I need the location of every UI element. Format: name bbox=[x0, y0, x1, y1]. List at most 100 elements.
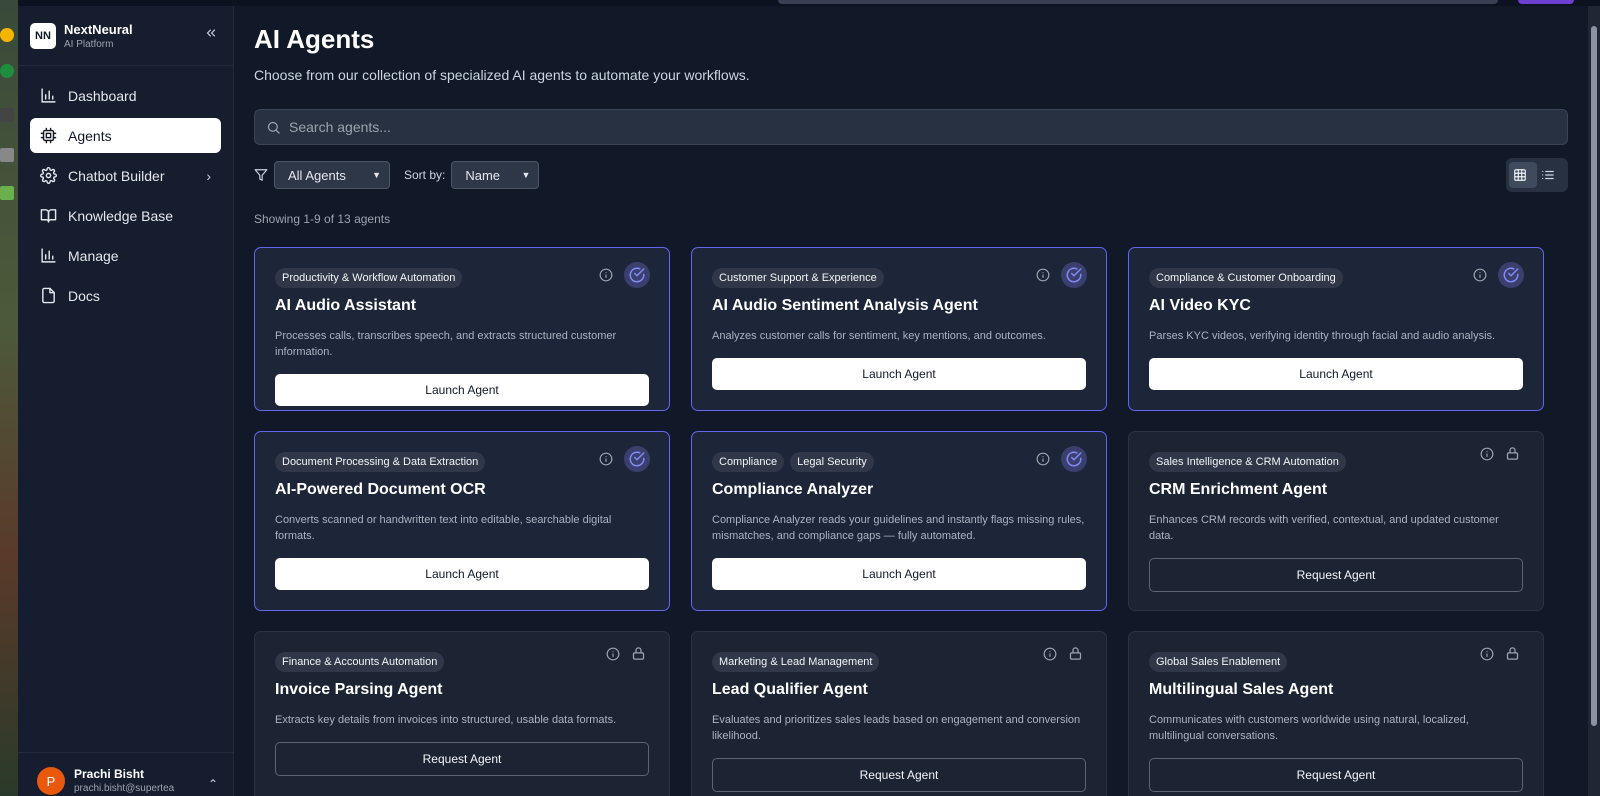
agents-grid: Productivity & Workflow Automation AI Au… bbox=[254, 247, 1568, 796]
brand-name: NextNeural bbox=[64, 21, 133, 37]
lock-icon bbox=[1506, 647, 1519, 660]
card-icons bbox=[599, 262, 650, 288]
launch-agent-button[interactable]: Launch Agent bbox=[1149, 358, 1523, 390]
sidebar-item-agents[interactable]: Agents bbox=[30, 118, 221, 153]
card-icons bbox=[1036, 262, 1087, 288]
info-icon[interactable] bbox=[606, 647, 620, 661]
sidebar-item-chatbot-builder[interactable]: Chatbot Builder › bbox=[30, 158, 221, 193]
request-agent-button[interactable]: Request Agent bbox=[712, 758, 1086, 792]
list-view-button[interactable] bbox=[1537, 162, 1565, 188]
agent-title: AI-Powered Document OCR bbox=[275, 481, 486, 498]
agent-card[interactable]: Finance & Accounts Automation Invoice Pa… bbox=[254, 631, 670, 796]
app-icon[interactable] bbox=[0, 186, 14, 200]
os-taskbar bbox=[0, 0, 18, 796]
category-tag: Compliance & Customer Onboarding bbox=[1149, 268, 1343, 288]
sidebar-item-label: Agents bbox=[68, 127, 112, 144]
launch-agent-button[interactable]: Launch Agent bbox=[712, 558, 1086, 590]
agent-card[interactable]: Productivity & Workflow Automation AI Au… bbox=[254, 247, 670, 411]
sidebar-item-manage[interactable]: Manage bbox=[30, 238, 221, 273]
bar-chart-icon bbox=[41, 248, 56, 263]
agent-description: Compliance Analyzer reads your guideline… bbox=[712, 514, 1085, 542]
page-scrollbar[interactable] bbox=[1588, 6, 1600, 796]
category-tag: Sales Intelligence & CRM Automation bbox=[1149, 452, 1346, 472]
search-bar[interactable] bbox=[254, 109, 1568, 145]
info-icon[interactable] bbox=[599, 452, 613, 466]
calendar-icon[interactable] bbox=[0, 64, 14, 78]
sidebar-item-label: Manage bbox=[68, 247, 119, 264]
launch-agent-button[interactable]: Launch Agent bbox=[712, 358, 1086, 390]
category-tag: Global Sales Enablement bbox=[1149, 652, 1288, 672]
lock-icon bbox=[1069, 647, 1082, 660]
info-icon[interactable] bbox=[1036, 452, 1050, 466]
card-icons bbox=[1473, 262, 1524, 288]
brand-logo[interactable]: NN bbox=[30, 22, 56, 49]
agent-card[interactable]: Marketing & Lead Management Lead Qualifi… bbox=[691, 631, 1107, 796]
chrome-icon[interactable] bbox=[0, 28, 14, 42]
address-bar[interactable] bbox=[778, 0, 1498, 4]
user-name: Prachi Bisht bbox=[74, 767, 145, 781]
app-icon[interactable] bbox=[0, 148, 14, 162]
agent-card[interactable]: Global Sales Enablement Multilingual Sal… bbox=[1128, 631, 1544, 796]
agent-title: Invoice Parsing Agent bbox=[275, 681, 443, 698]
user-info: Prachi Bisht prachi.bisht@supertea bbox=[74, 765, 174, 794]
category-select[interactable]: All Agents ▼ bbox=[274, 161, 390, 189]
chevron-right-icon: › bbox=[206, 167, 211, 184]
user-menu[interactable]: P Prachi Bisht prachi.bisht@supertea ⌃ bbox=[18, 752, 234, 796]
launch-agent-button[interactable]: Launch Agent bbox=[275, 374, 649, 406]
sidebar-item-dashboard[interactable]: Dashboard bbox=[30, 78, 221, 113]
agent-title: AI Audio Assistant bbox=[275, 297, 417, 314]
agent-card[interactable]: Compliance Legal Security Compliance Ana… bbox=[691, 431, 1107, 611]
agent-card[interactable]: Compliance & Customer Onboarding AI Vide… bbox=[1128, 247, 1544, 411]
sort-label: Sort by: bbox=[404, 168, 446, 182]
filter-icon bbox=[254, 169, 268, 181]
agent-tags: Productivity & Workflow Automation bbox=[275, 268, 649, 288]
check-circle-icon bbox=[1503, 267, 1519, 283]
request-agent-button[interactable]: Request Agent bbox=[1149, 758, 1523, 792]
info-icon[interactable] bbox=[599, 268, 613, 282]
app-icon[interactable] bbox=[0, 108, 14, 122]
sidebar-item-knowledge-base[interactable]: Knowledge Base bbox=[30, 198, 221, 233]
bar-chart-icon bbox=[41, 88, 56, 103]
enabled-badge bbox=[1498, 262, 1524, 288]
main-content: AI Agents Choose from our collection of … bbox=[254, 6, 1568, 796]
chevron-down-icon: ▼ bbox=[372, 170, 381, 180]
category-tag: Compliance bbox=[712, 452, 785, 472]
info-icon[interactable] bbox=[1480, 447, 1494, 461]
browser-button[interactable] bbox=[1518, 0, 1574, 4]
card-icons bbox=[606, 646, 650, 661]
enabled-badge bbox=[1061, 262, 1087, 288]
chevron-down-icon: ▼ bbox=[521, 170, 531, 180]
search-input[interactable] bbox=[289, 119, 1489, 135]
scrollbar-thumb[interactable] bbox=[1591, 26, 1597, 726]
launch-agent-button[interactable]: Launch Agent bbox=[275, 558, 649, 590]
collapse-sidebar-button[interactable] bbox=[201, 26, 221, 45]
agent-card[interactable]: Customer Support & Experience AI Audio S… bbox=[691, 247, 1107, 411]
category-tag: Finance & Accounts Automation bbox=[275, 652, 445, 672]
sidebar-item-docs[interactable]: Docs bbox=[30, 278, 221, 313]
info-icon[interactable] bbox=[1473, 268, 1487, 282]
category-tag: Marketing & Lead Management bbox=[712, 652, 880, 672]
brand-header: NN NextNeural AI Platform bbox=[18, 6, 233, 66]
request-agent-button[interactable]: Request Agent bbox=[275, 742, 649, 776]
info-icon[interactable] bbox=[1480, 647, 1494, 661]
agent-tags: Customer Support & Experience bbox=[712, 268, 1086, 288]
request-agent-button[interactable]: Request Agent bbox=[1149, 558, 1523, 592]
agent-card[interactable]: Document Processing & Data Extraction AI… bbox=[254, 431, 670, 611]
brand-subtitle: AI Platform bbox=[64, 38, 114, 50]
results-count: Showing 1-9 of 13 agents bbox=[254, 212, 391, 226]
agent-description: Evaluates and prioritizes sales leads ba… bbox=[712, 714, 1081, 742]
grid-icon bbox=[1514, 169, 1526, 181]
search-icon bbox=[267, 121, 280, 134]
category-tag: Productivity & Workflow Automation bbox=[275, 268, 463, 288]
agent-card[interactable]: Sales Intelligence & CRM Automation CRM … bbox=[1128, 431, 1544, 611]
grid-view-button[interactable] bbox=[1509, 162, 1537, 188]
info-icon[interactable] bbox=[1036, 268, 1050, 282]
filter-bar: All Agents ▼ Sort by: Name ▼ bbox=[254, 158, 1568, 192]
sort-select[interactable]: Name ▼ bbox=[451, 161, 540, 189]
agent-tags: Marketing & Lead Management bbox=[712, 652, 1086, 672]
gear-icon bbox=[40, 167, 57, 184]
info-icon[interactable] bbox=[1043, 647, 1057, 661]
card-icons bbox=[1043, 646, 1087, 661]
brand-text: NextNeural AI Platform bbox=[64, 22, 133, 50]
agent-description: Processes calls, transcribes speech, and… bbox=[275, 330, 617, 358]
